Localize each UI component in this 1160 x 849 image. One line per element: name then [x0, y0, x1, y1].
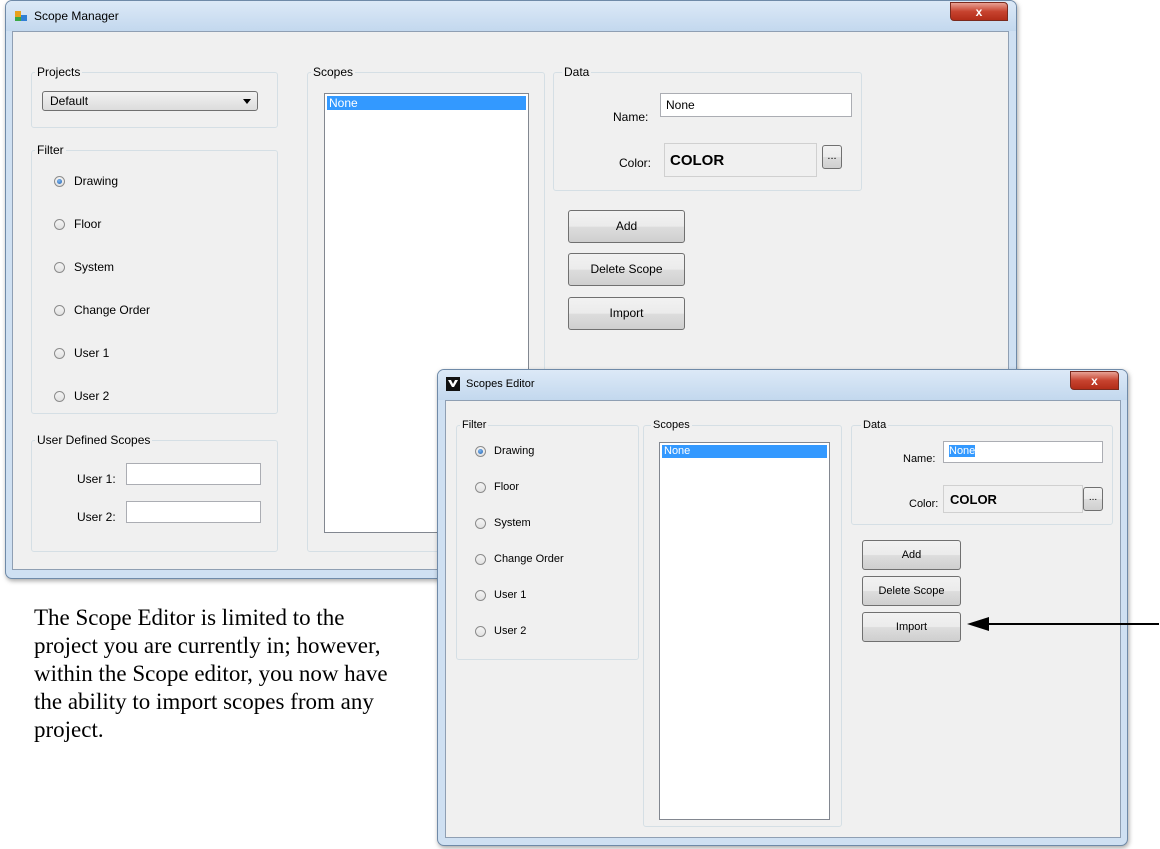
- scopes-editor-window: Scopes Editor x Filter Drawing Floor Sys…: [437, 369, 1128, 846]
- filter-option-label: Floor: [494, 481, 520, 493]
- filter-option-label: System: [74, 260, 115, 274]
- scopes-editor-titlebar: Scopes Editor x: [438, 370, 1127, 400]
- data-label: Data: [562, 65, 592, 79]
- filter-option-label: User 1: [494, 589, 527, 601]
- filter-option-label: Drawing: [74, 174, 119, 188]
- window-title: Scope Manager: [34, 9, 119, 23]
- name-value-selected: None: [949, 445, 976, 457]
- projects-selected: Default: [50, 94, 89, 108]
- data-group: Data Name: None Color: COLOR ...: [851, 419, 1113, 525]
- filter-radio-change-order[interactable]: Change Order: [54, 303, 150, 317]
- app-logo-icon: [446, 377, 460, 391]
- radio-icon: [475, 517, 486, 529]
- color-browse-button[interactable]: ...: [822, 145, 842, 169]
- radio-icon: [54, 390, 65, 402]
- name-input[interactable]: None: [660, 93, 852, 117]
- projects-label: Projects: [35, 65, 83, 79]
- chevron-down-icon: [243, 99, 251, 104]
- user2-label: User 2:: [77, 510, 116, 524]
- scope-manager-titlebar: Scope Manager x: [6, 1, 1016, 31]
- filter-group: Filter Drawing Floor System Change Order…: [456, 419, 639, 660]
- filter-radio-floor[interactable]: Floor: [54, 217, 101, 231]
- color-swatch: COLOR: [943, 485, 1083, 513]
- radio-icon: [54, 304, 65, 316]
- filter-option-label: Floor: [74, 217, 102, 231]
- filter-label: Filter: [460, 419, 489, 431]
- name-label: Name:: [613, 110, 649, 124]
- import-button[interactable]: Import: [862, 612, 961, 642]
- radio-icon: [54, 261, 65, 273]
- radio-icon: [475, 481, 486, 493]
- scopes-label: Scopes: [311, 65, 356, 79]
- filter-option-label: User 2: [494, 625, 527, 637]
- radio-icon: [475, 553, 486, 565]
- filter-radio-floor[interactable]: Floor: [475, 481, 519, 493]
- radio-selected-icon: [54, 175, 65, 187]
- user2-input[interactable]: [126, 501, 261, 523]
- filter-radio-user2[interactable]: User 2: [475, 625, 526, 637]
- name-input[interactable]: None: [943, 441, 1103, 463]
- arrow-pointer: [967, 617, 1159, 631]
- close-icon: x: [1091, 374, 1098, 388]
- user1-input[interactable]: [126, 463, 261, 485]
- filter-radio-user1[interactable]: User 1: [54, 346, 109, 360]
- add-button[interactable]: Add: [568, 210, 685, 243]
- color-label: Color:: [619, 156, 652, 170]
- filter-radio-drawing[interactable]: Drawing: [475, 445, 534, 457]
- data-group: Data Name: None Color: COLOR ...: [553, 65, 862, 191]
- caption-text: The Scope Editor is limited to the proje…: [34, 605, 388, 742]
- filter-radio-system[interactable]: System: [54, 260, 114, 274]
- delete-scope-button[interactable]: Delete Scope: [862, 576, 961, 606]
- filter-label: Filter: [35, 143, 66, 157]
- filter-option-label: User 2: [74, 389, 110, 403]
- radio-icon: [54, 218, 65, 230]
- add-button[interactable]: Add: [862, 540, 961, 570]
- close-button[interactable]: x: [950, 2, 1008, 21]
- projects-dropdown[interactable]: Default: [42, 91, 258, 111]
- radio-selected-icon: [475, 445, 486, 457]
- filter-option-label: System: [494, 517, 531, 529]
- list-item[interactable]: None: [327, 96, 526, 110]
- filter-option-label: User 1: [74, 346, 110, 360]
- close-button[interactable]: x: [1070, 371, 1119, 390]
- import-button[interactable]: Import: [568, 297, 685, 330]
- radio-icon: [54, 347, 65, 359]
- filter-radio-system[interactable]: System: [475, 517, 531, 529]
- filter-radio-user2[interactable]: User 2: [54, 389, 109, 403]
- delete-scope-button[interactable]: Delete Scope: [568, 253, 685, 286]
- filter-group: Filter Drawing Floor System Change Order…: [31, 143, 278, 414]
- scopes-group: Scopes None: [643, 419, 842, 827]
- filter-radio-drawing[interactable]: Drawing: [54, 174, 118, 188]
- user-defined-scopes-group: User Defined Scopes User 1: User 2:: [31, 433, 278, 552]
- color-browse-button[interactable]: ...: [1083, 487, 1103, 511]
- user1-label: User 1:: [77, 472, 116, 486]
- scopes-list[interactable]: None: [659, 442, 830, 820]
- projects-group: Projects Default: [31, 65, 278, 128]
- list-item[interactable]: None: [662, 445, 827, 458]
- name-label: Name:: [903, 453, 936, 465]
- window-title: Scopes Editor: [466, 378, 535, 390]
- data-label: Data: [861, 419, 889, 431]
- filter-radio-change-order[interactable]: Change Order: [475, 553, 564, 565]
- filter-option-label: Change Order: [74, 303, 151, 317]
- scopes-label: Scopes: [651, 419, 692, 431]
- user-defined-scopes-label: User Defined Scopes: [35, 433, 153, 447]
- close-icon: x: [975, 5, 983, 19]
- radio-icon: [475, 625, 486, 637]
- filter-option-label: Drawing: [494, 445, 535, 457]
- filter-option-label: Change Order: [494, 553, 564, 565]
- filter-radio-user1[interactable]: User 1: [475, 589, 526, 601]
- app-icon: [15, 11, 27, 21]
- color-swatch: COLOR: [664, 143, 817, 177]
- color-label: Color:: [909, 498, 939, 510]
- radio-icon: [475, 589, 486, 601]
